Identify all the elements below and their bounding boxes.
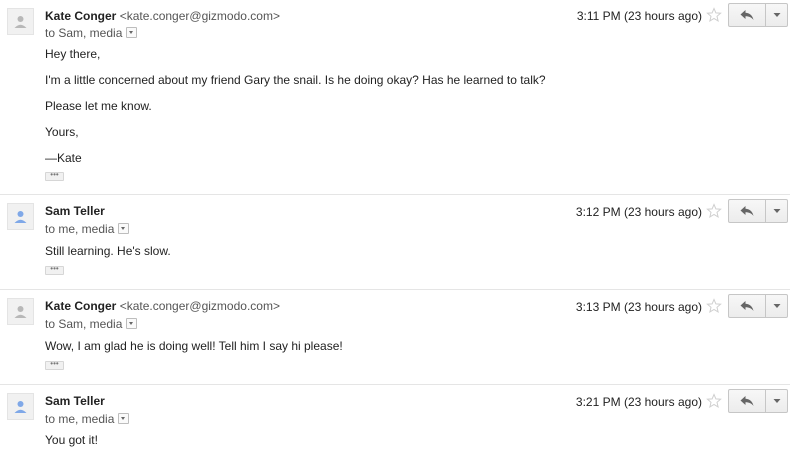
sender-line: Sam Teller: [45, 394, 105, 408]
recipients-text: to Sam, media: [45, 317, 123, 331]
body-line: I'm a little concerned about my friend G…: [45, 73, 546, 87]
sender-name[interactable]: Sam Teller: [45, 204, 105, 218]
sender-line: Sam Teller: [45, 204, 105, 218]
person-silhouette-icon: [14, 211, 27, 223]
email-thread: Kate Conger <kate.conger@gizmodo.com> to…: [0, 0, 800, 454]
sender-email: <kate.conger@gizmodo.com>: [119, 9, 280, 23]
recipients-text: to me, media: [45, 412, 115, 426]
message-time[interactable]: 3:21 PM (23 hours ago): [576, 395, 702, 409]
sender-line: Kate Conger <kate.conger@gizmodo.com>: [45, 9, 280, 23]
triangle-down-icon: [773, 209, 780, 213]
star-outline-icon[interactable]: [706, 393, 722, 409]
triangle-down-icon: [773, 13, 780, 17]
message-0: Kate Conger <kate.conger@gizmodo.com> to…: [0, 0, 800, 194]
body-line: Wow, I am glad he is doing well! Tell hi…: [45, 339, 343, 353]
avatar-body: [14, 314, 27, 318]
reply-button-group: [728, 199, 788, 223]
message-3: Sam Teller to me, media You got it! 3:21…: [0, 385, 800, 454]
sender-name[interactable]: Kate Conger: [45, 299, 116, 313]
body-line: Yours,: [45, 125, 79, 139]
avatar-head: [17, 16, 24, 22]
details-dropdown-icon[interactable]: [126, 27, 138, 39]
message-time[interactable]: 3:13 PM (23 hours ago): [576, 300, 702, 314]
recipients-line: to Sam, media: [45, 26, 138, 40]
person-silhouette-icon: [14, 306, 27, 318]
message-time[interactable]: 3:11 PM (23 hours ago): [577, 9, 702, 23]
message-time[interactable]: 3:12 PM (23 hours ago): [576, 205, 702, 219]
recipients-text: to me, media: [45, 222, 115, 236]
show-trimmed-content-button[interactable]: •••: [45, 172, 64, 181]
sender-avatar[interactable]: [7, 393, 34, 420]
show-trimmed-content-button[interactable]: •••: [45, 266, 64, 275]
sender-avatar[interactable]: [7, 298, 34, 325]
triangle-down-icon: [773, 399, 780, 403]
avatar-head: [17, 401, 24, 407]
reply-button[interactable]: [728, 294, 766, 318]
recipients-line: to Sam, media: [45, 317, 138, 331]
sender-line: Kate Conger <kate.conger@gizmodo.com>: [45, 299, 280, 313]
recipients-text: to Sam, media: [45, 26, 123, 40]
avatar-body: [14, 409, 27, 413]
star-outline-icon[interactable]: [706, 7, 722, 23]
avatar-head: [17, 211, 24, 217]
avatar-body: [14, 219, 27, 223]
more-actions-button[interactable]: [765, 294, 788, 318]
reply-button[interactable]: [728, 3, 766, 27]
message-2: Kate Conger <kate.conger@gizmodo.com> to…: [0, 290, 800, 384]
reply-button-group: [728, 389, 788, 413]
person-silhouette-icon: [14, 16, 27, 28]
details-dropdown-icon[interactable]: [126, 318, 138, 330]
sender-email: <kate.conger@gizmodo.com>: [119, 299, 280, 313]
body-line: —Kate: [45, 151, 82, 165]
reply-arrow-icon: [740, 301, 754, 311]
more-actions-button[interactable]: [765, 389, 788, 413]
more-actions-button[interactable]: [765, 3, 788, 27]
sender-avatar[interactable]: [7, 203, 34, 230]
body-line: Still learning. He's slow.: [45, 244, 171, 258]
body-line: You got it!: [45, 433, 98, 447]
recipients-line: to me, media: [45, 222, 130, 236]
reply-button[interactable]: [728, 199, 766, 223]
recipients-line: to me, media: [45, 412, 130, 426]
sender-name[interactable]: Kate Conger: [45, 9, 116, 23]
body-line: Hey there,: [45, 47, 101, 61]
details-dropdown-icon[interactable]: [118, 223, 130, 235]
star-outline-icon[interactable]: [706, 298, 722, 314]
person-silhouette-icon: [14, 401, 27, 413]
body-line: Please let me know.: [45, 99, 152, 113]
message-1: Sam Teller to me, media Still learning. …: [0, 195, 800, 289]
avatar-body: [14, 24, 27, 28]
star-outline-icon[interactable]: [706, 203, 722, 219]
reply-button[interactable]: [728, 389, 766, 413]
reply-button-group: [728, 3, 788, 27]
reply-arrow-icon: [740, 10, 754, 20]
more-actions-button[interactable]: [765, 199, 788, 223]
reply-arrow-icon: [740, 206, 754, 216]
reply-arrow-icon: [740, 396, 754, 406]
show-trimmed-content-button[interactable]: •••: [45, 361, 64, 370]
triangle-down-icon: [773, 304, 780, 308]
sender-name[interactable]: Sam Teller: [45, 394, 105, 408]
sender-avatar[interactable]: [7, 8, 34, 35]
avatar-head: [17, 306, 24, 312]
reply-button-group: [728, 294, 788, 318]
details-dropdown-icon[interactable]: [118, 413, 130, 425]
